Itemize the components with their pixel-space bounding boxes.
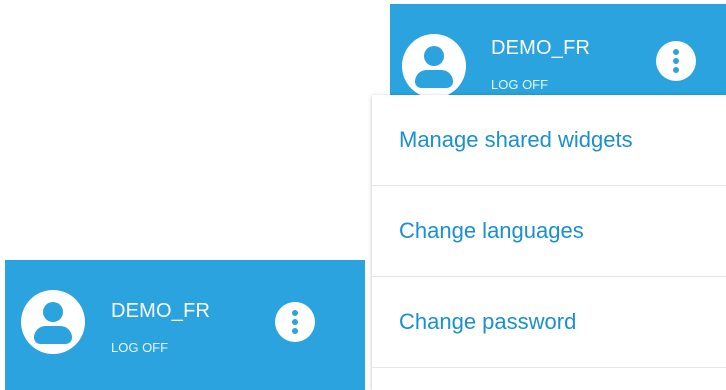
logoff-link[interactable]: LOG OFF xyxy=(491,77,548,92)
kebab-menu-icon[interactable] xyxy=(656,41,696,81)
kebab-menu-icon[interactable] xyxy=(275,302,315,342)
menu-item-change-password[interactable]: Change password xyxy=(372,277,726,368)
username-label: DEMO_FR xyxy=(111,300,211,322)
user-header-bar-bottom: DEMO_FR LOG OFF xyxy=(5,260,365,390)
user-dropdown-menu: Manage shared widgets Change languages C… xyxy=(372,95,726,390)
user-avatar-icon xyxy=(21,290,85,354)
menu-item-manage-shared-widgets[interactable]: Manage shared widgets xyxy=(372,95,726,186)
username-label: DEMO_FR xyxy=(491,37,591,59)
user-avatar-icon xyxy=(402,34,466,98)
logoff-link[interactable]: LOG OFF xyxy=(111,340,168,355)
menu-item-change-languages[interactable]: Change languages xyxy=(372,186,726,277)
